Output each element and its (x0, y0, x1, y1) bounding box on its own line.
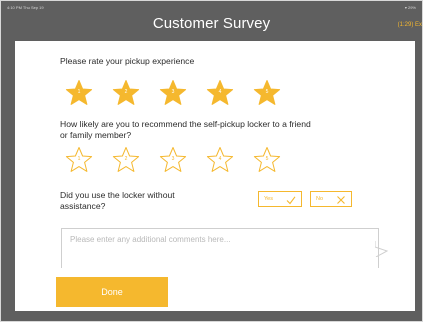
recommend-star-4[interactable]: 4 (206, 146, 234, 174)
question-rate-pickup: Please rate your pickup experience (60, 56, 195, 66)
survey-card: Please rate your pickup experience 1 2 3 4 5… (15, 41, 415, 311)
no-button[interactable]: No (310, 191, 352, 207)
close-icon (336, 195, 346, 205)
textarea-resize-icon[interactable] (375, 241, 389, 257)
rating-stars-pickup: 1 2 3 4 5 (65, 79, 325, 109)
recommend-star-2[interactable]: 2 (112, 146, 140, 174)
star-number: 1 (77, 156, 81, 162)
pickup-star-3[interactable]: 3 (159, 79, 187, 107)
page-title: Customer Survey (152, 15, 271, 32)
wifi-icon: ▾ (404, 5, 407, 10)
star-number: 2 (124, 156, 128, 162)
yes-label: Yes (264, 196, 273, 202)
question-assistance-line2: assistance? (60, 201, 106, 211)
comments-textarea[interactable] (61, 228, 379, 268)
recommend-star-1[interactable]: 1 (65, 146, 93, 174)
question-assistance-line1: Did you use the locker without (60, 190, 175, 200)
pickup-star-1[interactable]: 1 (65, 79, 93, 107)
status-bar: 4:10 PM Thu Sep 19 ▾ 29% (1, 1, 422, 13)
star-number: 1 (77, 89, 81, 95)
star-number: 5 (265, 89, 269, 95)
done-button[interactable]: Done (56, 277, 168, 307)
status-time-date: 4:10 PM Thu Sep 19 (7, 5, 44, 10)
question-recommend-line1: How likely are you to recommend the self… (60, 119, 311, 129)
pickup-star-2[interactable]: 2 (112, 79, 140, 107)
survey-screen: 4:10 PM Thu Sep 19 ▾ 29% Customer Survey… (0, 0, 423, 322)
session-timer[interactable]: (1:29) Ex (398, 22, 422, 28)
no-label: No (316, 196, 324, 202)
star-number: 4 (218, 89, 222, 95)
star-number: 3 (171, 156, 175, 162)
pickup-star-4[interactable]: 4 (206, 79, 234, 107)
rating-stars-recommend: 1 2 3 4 5 (65, 146, 325, 176)
battery-level: 29% (407, 5, 416, 10)
star-number: 2 (124, 89, 128, 95)
status-battery: ▾ 29% (405, 5, 416, 10)
checkmark-icon (286, 195, 296, 205)
star-number: 5 (265, 156, 269, 162)
yes-button[interactable]: Yes (258, 191, 302, 207)
star-number: 3 (171, 89, 175, 95)
star-number: 4 (218, 156, 222, 162)
question-recommend: How likely are you to recommend the self… (60, 119, 400, 141)
pickup-star-5[interactable]: 5 (253, 79, 281, 107)
recommend-star-3[interactable]: 3 (159, 146, 187, 174)
question-recommend-line2: or family member? (60, 130, 132, 140)
recommend-star-5[interactable]: 5 (253, 146, 281, 174)
question-assistance: Did you use the locker without assistanc… (60, 190, 240, 212)
